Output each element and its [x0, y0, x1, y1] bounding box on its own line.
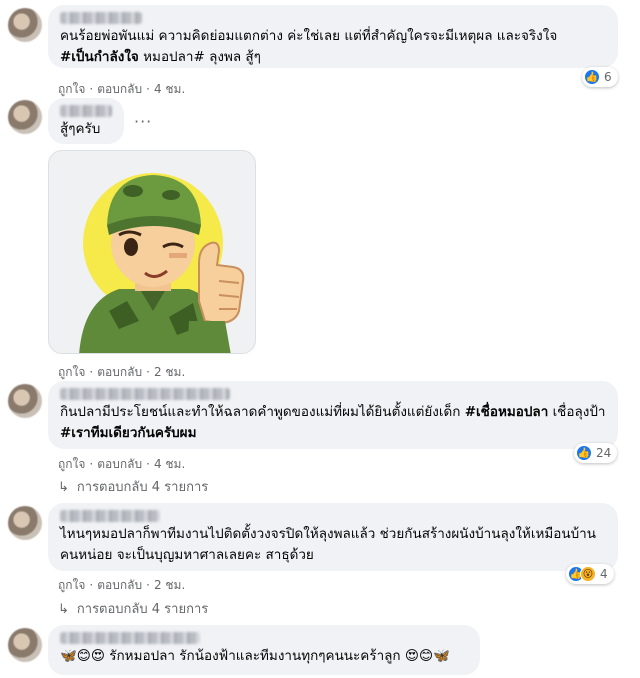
reply-button[interactable]: ตอบกลับ: [97, 578, 142, 592]
timestamp[interactable]: 2 ชม.: [154, 365, 185, 379]
reaction-summary[interactable]: 👍 6: [582, 67, 618, 87]
comment-actions: ถูกใจ · ตอบกลับ · 2 ชม.: [58, 365, 186, 379]
more-options-icon[interactable]: ···: [134, 112, 152, 131]
comment-actions: ถูกใจ · ตอบกลับ · 4 ชม.: [58, 82, 186, 96]
emoji-tail: 😍😊🦋: [404, 648, 450, 664]
author-name-blurred[interactable]: [60, 632, 200, 644]
comment-actions: ถูกใจ · ตอบกลับ · 2 ชม.: [58, 578, 186, 592]
author-name-blurred[interactable]: [60, 105, 112, 117]
timestamp[interactable]: 4 ชม.: [154, 82, 185, 96]
reply-arrow-icon: ↳: [58, 602, 69, 617]
avatar[interactable]: [8, 8, 42, 42]
reply-button[interactable]: ตอบกลับ: [97, 457, 142, 471]
avatar[interactable]: [8, 628, 42, 662]
like-icon: 👍: [576, 445, 592, 461]
comment-text: กินปลามีประโยชน์และทำให้ฉลาดคำพูดของแม่ท…: [60, 404, 610, 441]
like-button[interactable]: ถูกใจ: [58, 82, 85, 96]
like-icon: 👍: [584, 69, 600, 85]
soldier-thumbs-up-sticker: [48, 150, 256, 354]
like-button[interactable]: ถูกใจ: [58, 457, 85, 471]
comment-actions: ถูกใจ · ตอบกลับ · 4 ชม.: [58, 457, 186, 471]
comment-bubble: 🦋😊😍 รักหมอปลา รักน้องฟ้าและทีมงานทุกๆคนน…: [48, 625, 480, 675]
comment-bubble: ไหนๆหมอปลาก็พาทีมงานไปติดตั้งวงจรปิดให้ล…: [48, 503, 618, 571]
avatar[interactable]: [8, 506, 42, 540]
like-button[interactable]: ถูกใจ: [58, 365, 85, 379]
timestamp[interactable]: 2 ชม.: [154, 578, 185, 592]
emoji-lead: 🦋😊😍: [60, 648, 105, 664]
reply-arrow-icon: ↳: [58, 480, 69, 495]
avatar[interactable]: [8, 100, 42, 134]
reply-button[interactable]: ตอบกลับ: [97, 365, 142, 379]
wow-icon: 😮: [580, 566, 596, 582]
comment-bubble: คนร้อยพ่อพันแม่ ความคิดย่อมแตกต่าง ค่ะใช…: [48, 5, 618, 68]
view-replies-link[interactable]: ↳ การตอบกลับ 4 รายการ: [58, 476, 208, 497]
reaction-summary[interactable]: 👍 24: [574, 443, 618, 463]
reply-button[interactable]: ตอบกลับ: [97, 82, 142, 96]
comment-text: 🦋😊😍 รักหมอปลา รักน้องฟ้าและทีมงานทุกๆคนน…: [60, 648, 450, 664]
comment-text: สู้ๆครับ: [60, 121, 101, 137]
author-name-blurred[interactable]: [60, 510, 160, 522]
comment-bubble: กินปลามีประโยชน์และทำให้ฉลาดคำพูดของแม่ท…: [48, 381, 618, 449]
avatar[interactable]: [8, 384, 42, 418]
author-name-blurred[interactable]: [60, 388, 230, 400]
comment-text: คนร้อยพ่อพันแม่ ความคิดย่อมแตกต่าง ค่ะใช…: [60, 28, 558, 65]
reaction-summary[interactable]: 👍 😮 4: [566, 564, 614, 584]
timestamp[interactable]: 4 ชม.: [154, 457, 185, 471]
view-replies-link[interactable]: ↳ การตอบกลับ 4 รายการ: [58, 598, 208, 619]
comment-bubble: สู้ๆครับ: [48, 98, 124, 144]
like-button[interactable]: ถูกใจ: [58, 578, 85, 592]
comment-text: ไหนๆหมอปลาก็พาทีมงานไปติดตั้งวงจรปิดให้ล…: [60, 526, 596, 563]
author-name-blurred[interactable]: [60, 12, 142, 24]
